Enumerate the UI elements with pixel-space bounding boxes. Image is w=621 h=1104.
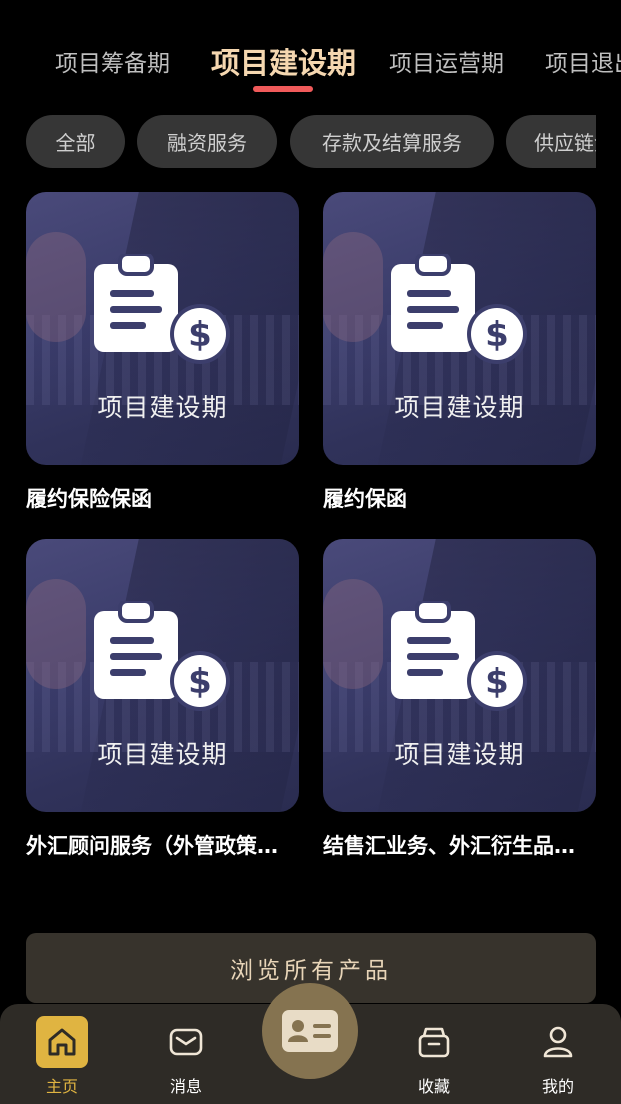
nav-home-label: 主页	[45, 1077, 78, 1096]
product-image-label: 项目建设期	[394, 393, 525, 422]
nav-mine[interactable]: 我的	[518, 1016, 598, 1097]
nav-messages[interactable]: 消息	[146, 1016, 226, 1097]
chip-all[interactable]: 全部	[26, 115, 125, 168]
svg-text:$: $	[188, 662, 212, 702]
chip-financing[interactable]: 融资服务	[137, 115, 277, 168]
message-icon	[160, 1016, 212, 1068]
product-card[interactable]: $ 项目建设期 结售汇业务、外汇衍生品…	[323, 539, 596, 860]
nav-home[interactable]: 主页	[22, 1016, 102, 1097]
product-image-label: 项目建设期	[394, 740, 525, 769]
user-icon	[532, 1016, 584, 1068]
center-id-card-button[interactable]	[262, 983, 358, 1079]
product-title: 结售汇业务、外汇衍生品…	[323, 834, 575, 858]
product-card[interactable]: $ 项目建设期 外汇顾问服务（外管政策…	[26, 539, 299, 860]
tab-exit[interactable]: 项目退出期	[545, 44, 621, 78]
clipboard-dollar-icon: $	[391, 254, 527, 364]
product-card[interactable]: $ 项目建设期 履约保函	[323, 192, 596, 513]
category-chip-bar: 全部 融资服务 存款及结算服务 供应链金融	[26, 115, 596, 169]
product-title: 履约保险保函	[26, 487, 152, 511]
nav-messages-label: 消息	[169, 1077, 202, 1096]
product-title: 外汇顾问服务（外管政策…	[26, 834, 278, 858]
product-card[interactable]: $ 项目建设期 履约保险保函	[26, 192, 299, 513]
tab-operation[interactable]: 项目运营期	[389, 44, 504, 78]
active-tab-indicator	[253, 86, 313, 92]
svg-text:$: $	[188, 315, 212, 355]
nav-favorites[interactable]: 收藏	[394, 1016, 474, 1097]
product-image: $ 项目建设期	[26, 192, 299, 465]
svg-text:$: $	[485, 315, 509, 355]
tab-construction[interactable]: 项目建设期	[211, 40, 356, 82]
product-title: 履约保函	[323, 487, 407, 511]
clipboard-dollar-icon: $	[94, 601, 230, 711]
id-card-icon	[282, 1010, 338, 1052]
product-image: $ 项目建设期	[26, 539, 299, 812]
product-image: $ 项目建设期	[323, 192, 596, 465]
chip-deposit-settlement[interactable]: 存款及结算服务	[290, 115, 494, 168]
tab-preparation[interactable]: 项目筹备期	[55, 44, 170, 78]
clipboard-dollar-icon: $	[94, 254, 230, 364]
product-image-label: 项目建设期	[97, 393, 228, 422]
home-icon	[36, 1016, 88, 1068]
product-image-label: 项目建设期	[97, 740, 228, 769]
svg-text:$: $	[485, 662, 509, 702]
nav-favorites-label: 收藏	[417, 1077, 450, 1096]
chip-supply-chain[interactable]: 供应链金融	[506, 115, 596, 168]
nav-mine-label: 我的	[541, 1077, 574, 1096]
product-image: $ 项目建设期	[323, 539, 596, 812]
favorites-box-icon	[408, 1016, 460, 1068]
clipboard-dollar-icon: $	[391, 601, 527, 711]
